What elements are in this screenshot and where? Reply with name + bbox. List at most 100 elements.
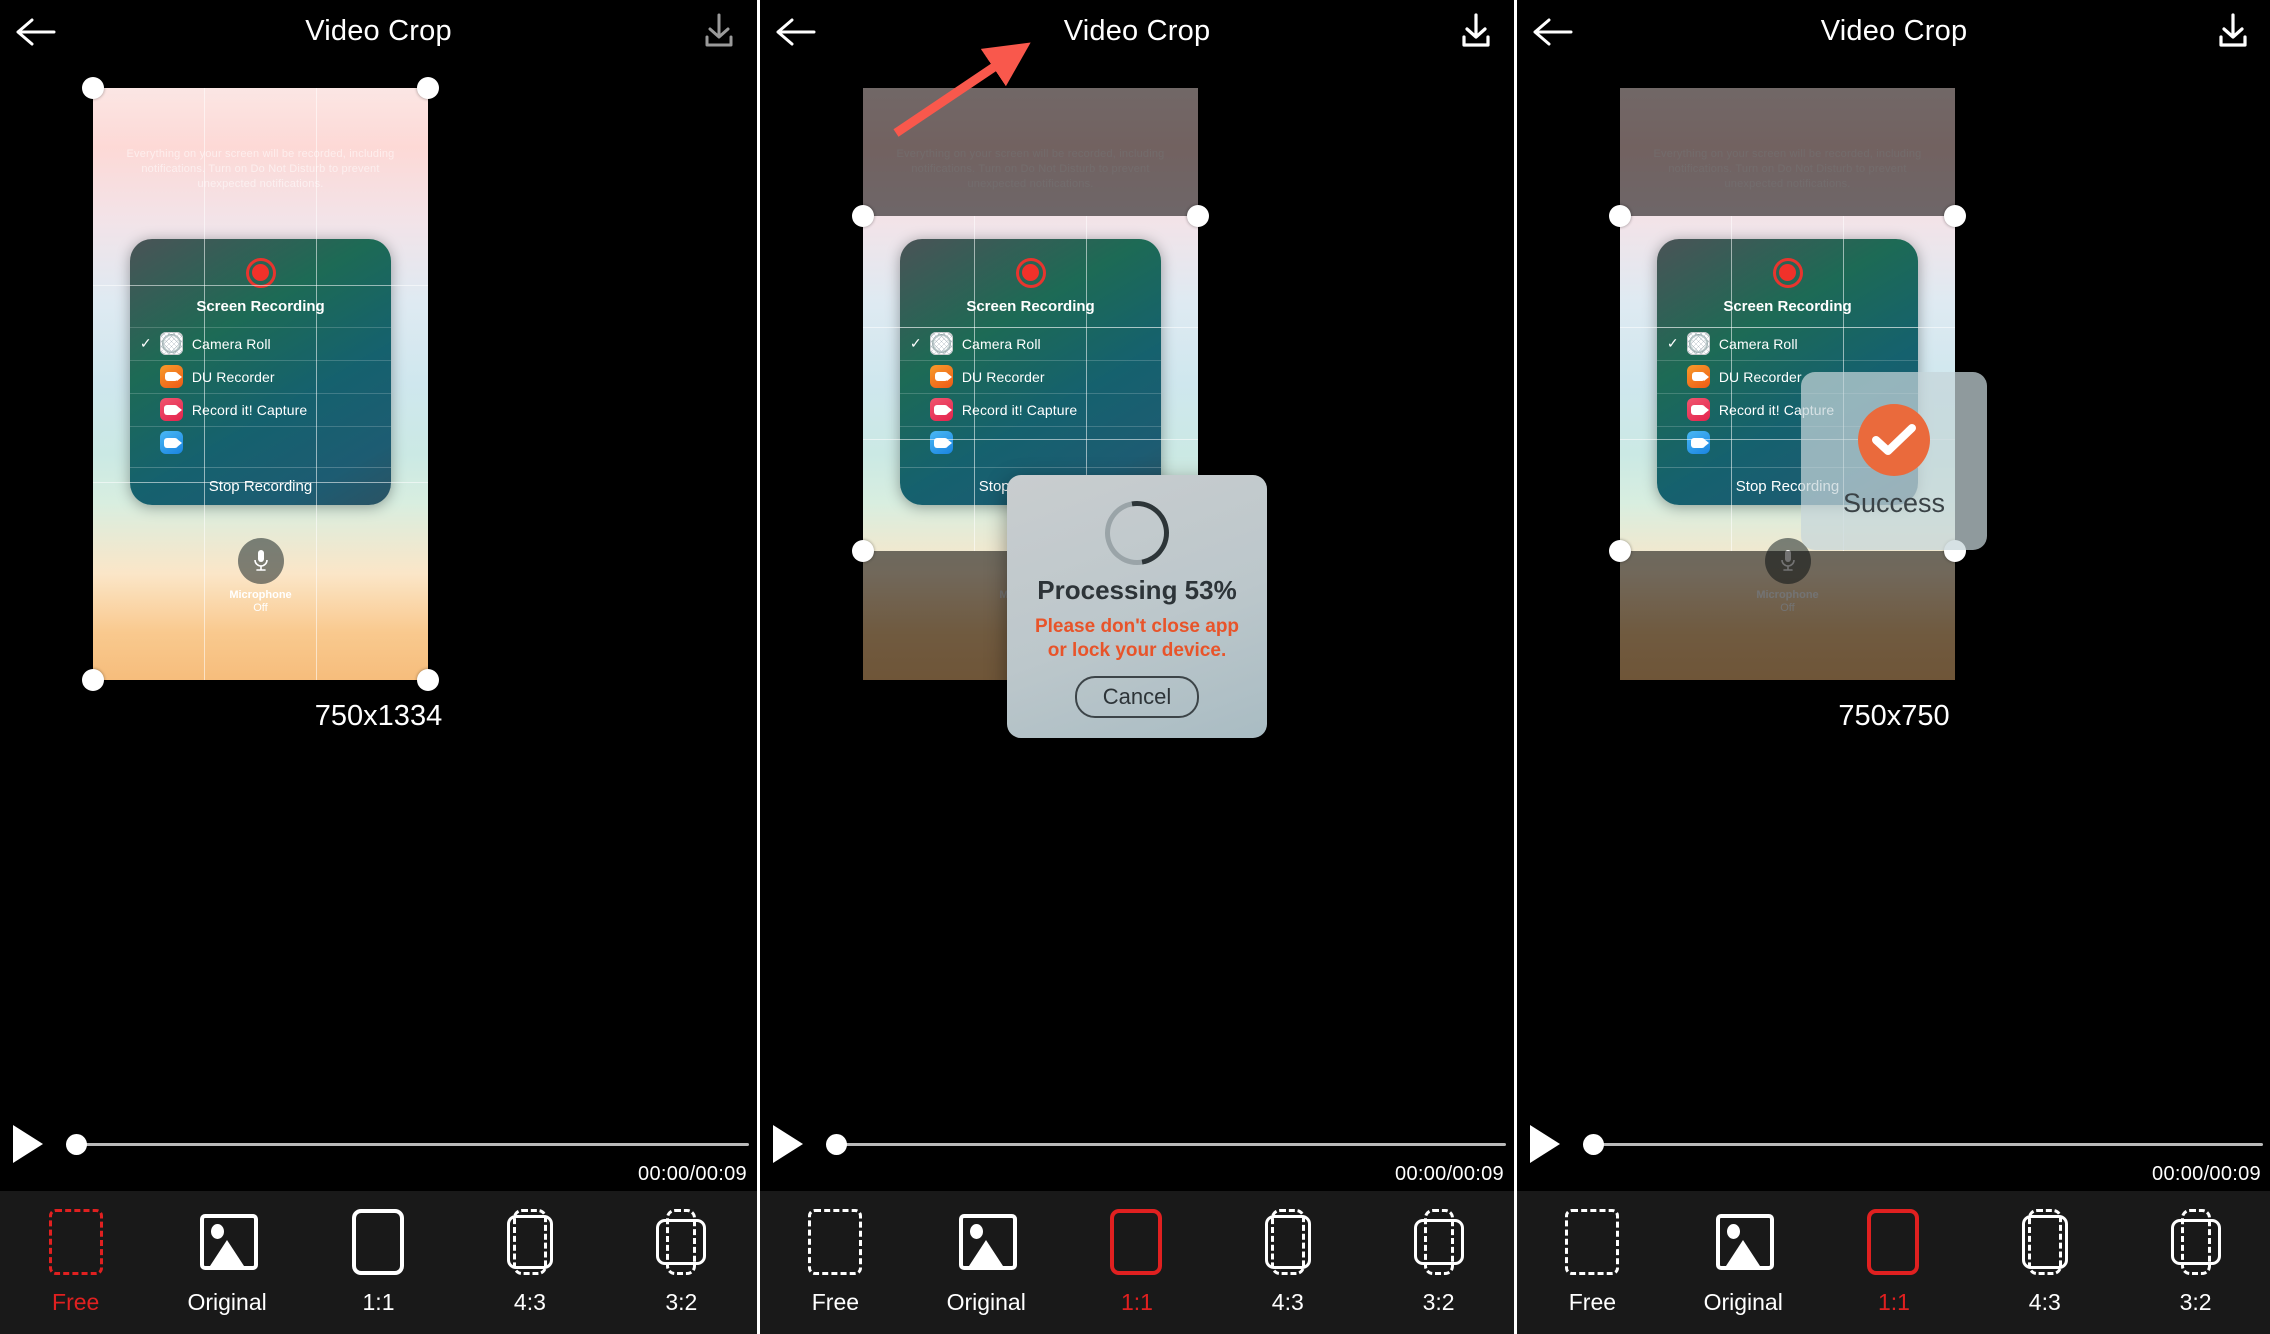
camera-roll-icon (159, 332, 183, 356)
list-item[interactable]: ✓ Camera Roll (129, 326, 392, 360)
crop-handle-bottom-right[interactable] (417, 669, 439, 691)
ratio-label: Free (811, 1289, 860, 1315)
ratio-label: 1:1 (362, 1289, 395, 1315)
ratio-label: 4:3 (2028, 1289, 2061, 1315)
download-icon[interactable] (691, 2, 747, 60)
panel-free: Video Crop Everything on your screen wil… (0, 0, 757, 1334)
list-item[interactable] (129, 425, 392, 459)
list-item-label: Camera Roll (961, 335, 1041, 352)
ratio-label: 4:3 (1271, 1289, 1304, 1315)
ratio-1-1[interactable]: 1:1 (1819, 1209, 1970, 1316)
success-dialog: Success (1801, 372, 1987, 550)
ratio-free[interactable]: Free (760, 1209, 911, 1316)
seek-track[interactable] (68, 1143, 749, 1146)
square-crop-icon (351, 1209, 406, 1275)
app-icon (159, 431, 183, 455)
stop-recording-button[interactable]: Stop Recording (129, 467, 392, 505)
wallpaper-notice: Everything on your screen will be record… (1653, 148, 1922, 190)
play-icon[interactable] (1530, 1125, 1560, 1163)
list-item[interactable]: ✓ Camera Roll (1656, 326, 1919, 360)
list-item-label: Camera Roll (1718, 335, 1798, 352)
sheet-title: Screen Recording (966, 297, 1095, 315)
record-it-icon (929, 398, 953, 422)
ratio-4-3[interactable]: 4:3 (454, 1209, 605, 1316)
crop-handle-bottom-left[interactable] (1609, 540, 1631, 562)
playback-controls: 00:00/00:09 (0, 1125, 757, 1185)
crop-handle-top-right[interactable] (1944, 205, 1966, 227)
microphone-state: Off (1780, 601, 1795, 614)
list-item[interactable]: DU Recorder (899, 359, 1162, 393)
wallpaper: Everything on your screen will be record… (93, 88, 428, 680)
screen-recording-sheet: Screen Recording ✓ Camera Roll DU Record… (899, 238, 1162, 506)
page-title: Video Crop (1063, 14, 1211, 47)
crop-handle-top-left[interactable] (1609, 205, 1631, 227)
free-crop-icon (808, 1209, 863, 1275)
free-crop-icon (1565, 1209, 1620, 1275)
cancel-button[interactable]: Cancel (1074, 675, 1200, 718)
list-item[interactable] (899, 425, 1162, 459)
ratio-free[interactable]: Free (0, 1209, 151, 1316)
ratio-4-3[interactable]: 4:3 (1212, 1209, 1363, 1316)
seek-track[interactable] (1585, 1143, 2263, 1146)
ratio-toolbar: Free Original 1:1 4:3 3:2 (1517, 1191, 2270, 1334)
ratio-3-2[interactable]: 3:2 (1363, 1209, 1514, 1316)
crop-handle-bottom-left[interactable] (82, 669, 104, 691)
microphone-control[interactable]: Microphone Off (93, 537, 428, 614)
list-item[interactable]: ✓ Camera Roll (899, 326, 1162, 360)
download-icon[interactable] (1448, 2, 1504, 60)
list-item[interactable]: Record it! Capture (129, 392, 392, 426)
ratio-3-2[interactable]: 3:2 (606, 1209, 757, 1316)
ratio-1-1[interactable]: 1:1 (1062, 1209, 1213, 1316)
list-item[interactable]: Record it! Capture (899, 392, 1162, 426)
seek-knob[interactable] (66, 1134, 87, 1155)
ratio-toolbar: Free Original 1:1 4:3 3:2 (0, 1191, 757, 1334)
microphone-label: Microphone (229, 588, 292, 601)
download-icon[interactable] (2205, 2, 2261, 60)
ratio-label: Original (946, 1289, 1026, 1315)
three-two-crop-icon (1412, 1209, 1466, 1275)
ratio-label: Original (1703, 1289, 1783, 1315)
record-it-icon (1686, 398, 1710, 422)
list-item-label: Record it! Capture (191, 401, 308, 418)
crop-handle-bottom-left[interactable] (852, 540, 874, 562)
seek-track[interactable] (828, 1143, 1506, 1146)
ratio-label: 1:1 (1878, 1289, 1910, 1315)
check-icon: ✓ (139, 335, 152, 352)
seek-knob[interactable] (826, 1134, 847, 1155)
ratio-original[interactable]: Original (1668, 1209, 1819, 1316)
record-dot-icon (1772, 257, 1803, 288)
ratio-3-2[interactable]: 3:2 (2120, 1209, 2270, 1316)
list-item-label: Camera Roll (191, 335, 271, 352)
page-title: Video Crop (1820, 14, 1968, 47)
three-two-crop-icon (2169, 1209, 2223, 1275)
original-image-icon (200, 1209, 259, 1275)
header-bar: Video Crop (1517, 0, 2270, 62)
time-display: 00:00/00:09 (638, 1163, 747, 1185)
camera-roll-icon (929, 332, 953, 356)
ratio-original[interactable]: Original (911, 1209, 1062, 1316)
sheet-title: Screen Recording (1723, 297, 1852, 315)
ratio-original[interactable]: Original (151, 1209, 302, 1316)
record-dot-icon (245, 257, 276, 288)
ratio-label: Free (1568, 1289, 1617, 1315)
play-icon[interactable] (773, 1125, 803, 1163)
ratio-4-3[interactable]: 4:3 (1969, 1209, 2120, 1316)
ratio-label: 1:1 (1121, 1289, 1153, 1315)
check-icon: ✓ (909, 335, 922, 352)
ratio-1-1[interactable]: 1:1 (303, 1209, 454, 1316)
ratio-label: 3:2 (665, 1289, 698, 1315)
seek-knob[interactable] (1583, 1134, 1604, 1155)
dimensions-label: 750x1334 (314, 700, 443, 732)
ratio-free[interactable]: Free (1517, 1209, 1668, 1316)
du-recorder-icon (1686, 365, 1710, 389)
square-crop-icon (1866, 1209, 1921, 1275)
crop-handle-top-left[interactable] (852, 205, 874, 227)
du-recorder-icon (929, 365, 953, 389)
crop-handle-top-right[interactable] (1187, 205, 1209, 227)
time-display: 00:00/00:09 (1395, 1163, 1504, 1185)
crop-handle-top-right[interactable] (417, 77, 439, 99)
play-icon[interactable] (13, 1125, 43, 1163)
list-item[interactable]: DU Recorder (129, 359, 392, 393)
crop-handle-top-left[interactable] (82, 77, 104, 99)
wallpaper-notice: Everything on your screen will be record… (896, 148, 1165, 190)
